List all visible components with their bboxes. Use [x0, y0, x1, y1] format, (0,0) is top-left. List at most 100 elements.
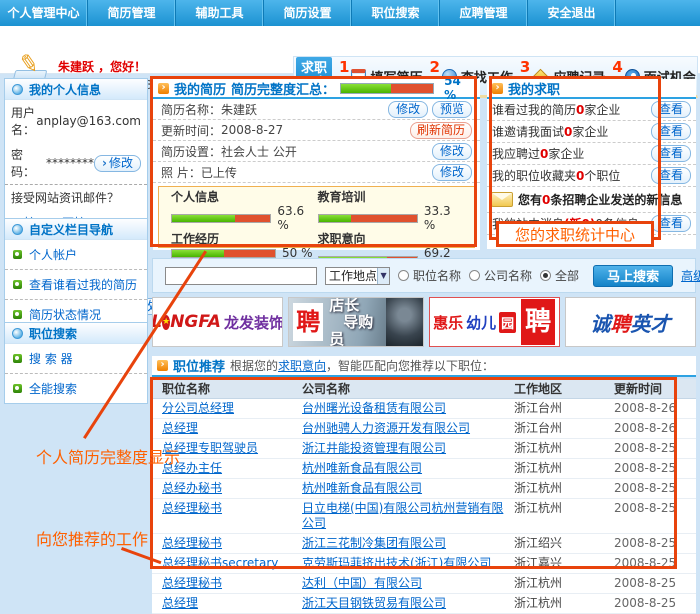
orange-arrow-icon: [492, 83, 503, 94]
job-search-box: 职位搜索 搜 索 器 全能搜索: [4, 322, 148, 404]
chevron-down-icon: ▼: [377, 268, 389, 284]
view-inbox-button[interactable]: 查看: [651, 215, 691, 232]
top-nav: 个人管理中心 简历管理 辅助工具 简历设置 职位搜索 应聘管理 安全退出: [0, 0, 700, 26]
resume-panel-title: 我的简历: [174, 79, 226, 98]
company-link[interactable]: 杭州唯新食品有限公司: [302, 461, 514, 476]
nav-tab-resume-manage[interactable]: 简历管理: [88, 0, 176, 26]
green-bullet-icon: [13, 280, 22, 289]
location-select[interactable]: 工作地点 ▼: [325, 267, 390, 285]
company-link[interactable]: 克劳斯玛菲挤出技术(浙江)有限公司: [302, 556, 514, 571]
recommend-title: 职位推荐: [173, 356, 225, 375]
new-messages-row[interactable]: 您有0条招聘企业发送的新信息: [487, 187, 696, 213]
table-row: 总经理秘书secretary 克劳斯玛菲挤出技术(浙江)有限公司 浙江嘉兴 20…: [152, 554, 696, 574]
search-now-button[interactable]: 马上搜索: [593, 265, 673, 287]
company-link[interactable]: 达利（中国）有限公司: [302, 576, 514, 591]
sidebar-item-account[interactable]: 个人帐户: [5, 240, 147, 270]
sidebar-item-omni-search[interactable]: 全能搜索: [5, 374, 147, 403]
work-experience-bar: [171, 249, 276, 258]
page: 个人管理中心 简历管理 辅助工具 简历设置 职位搜索 应聘管理 安全退出 ✎ 朱…: [0, 0, 700, 614]
education-bar: [318, 214, 418, 223]
kindergarten-ad-banner[interactable]: 惠乐幼儿园 聘: [429, 297, 560, 347]
nav-tab-personal-center[interactable]: 个人管理中心: [0, 0, 88, 26]
inbox-row: 我的站内消息(新0) 0条信息 查看: [487, 213, 696, 235]
step-2-number: 2: [429, 58, 439, 76]
nav-tab-logout[interactable]: 安全退出: [528, 0, 616, 26]
jobseek-panel-title: 我的求职: [508, 79, 560, 98]
table-row: 总经理 台州驰骋人力资源开发有限公司 浙江台州 2008-8-26: [152, 419, 696, 439]
section-personal-info: 个人信息 63.6 %: [171, 190, 318, 232]
job-link[interactable]: 总经理: [162, 421, 302, 436]
profile-box-header: 我的个人信息: [5, 79, 147, 100]
orange-arrow-icon: [157, 360, 168, 371]
talent-recruit-ad-banner[interactable]: 诚聘英才: [565, 297, 696, 347]
job-search-header: 职位搜索: [5, 323, 147, 344]
job-link[interactable]: 总经办主任: [162, 461, 302, 476]
view-invites-button[interactable]: 查看: [651, 123, 691, 140]
keyword-input[interactable]: [165, 267, 317, 285]
store-manager-ad-banner[interactable]: 聘 店长导购员: [288, 297, 423, 347]
modify-resume-name-button[interactable]: 修改: [388, 101, 428, 118]
nav-tab-resume-settings[interactable]: 简历设置: [264, 0, 352, 26]
job-name-radio-label[interactable]: 职位名称: [413, 267, 461, 284]
job-link[interactable]: 总经理秘书secretary: [162, 556, 302, 571]
section-education: 教育培训 33.3 %: [318, 190, 465, 232]
refresh-resume-button[interactable]: 刷新简历: [410, 122, 472, 139]
nav-tab-apply-manage[interactable]: 应聘管理: [440, 0, 528, 26]
company-link[interactable]: 台州驰骋人力资源开发有限公司: [302, 421, 514, 436]
step-1-number: 1: [339, 58, 349, 76]
resume-photo-row: 照 片：已上传 修改: [153, 162, 480, 183]
resume-settings-row: 简历设置：社会人士 公开 修改: [153, 141, 480, 162]
company-name-radio-label[interactable]: 公司名称: [484, 267, 532, 284]
sidebar-item-who-viewed[interactable]: 查看谁看过我的简历: [5, 270, 147, 300]
company-link[interactable]: 台州曙光设备租赁有限公司: [302, 401, 514, 416]
table-row: 总经理 浙江天目钢铁贸易有限公司 浙江杭州 2008-8-25: [152, 594, 696, 614]
recommend-header: 职位推荐 根据您的求职意向，智能匹配向您推荐以下职位：: [152, 356, 696, 377]
search-panel: 工作地点 ▼ 职位名称 公司名称 全部 马上搜索 高级搜索: [152, 258, 696, 293]
view-who-viewed-button[interactable]: 查看: [651, 101, 691, 118]
job-intention-link[interactable]: 求职意向: [278, 359, 326, 373]
job-name-radio[interactable]: [398, 270, 409, 281]
view-favorites-button[interactable]: 查看: [651, 167, 691, 184]
preview-resume-button[interactable]: 预览: [432, 101, 472, 118]
step-4-number: 4: [612, 58, 622, 76]
completeness-sections-box: 个人信息 63.6 % 教育培训 33.3 % 工作经历 50 % 求职意向: [158, 186, 475, 248]
job-link[interactable]: 总经理秘书: [162, 536, 302, 551]
recommended-jobs-table: 职位名称公司名称工作地区更新时间 分公司总经理 台州曙光设备租赁有限公司 浙江台…: [152, 379, 696, 614]
company-link[interactable]: 浙江井能投资管理有限公司: [302, 441, 514, 456]
modify-password-button[interactable]: ›修改: [94, 155, 141, 172]
jobseek-panel-header: 我的求职: [487, 79, 696, 99]
resume-panel-header: 我的简历 简历完整度汇总： 54 %: [153, 79, 480, 99]
nav-tab-tools[interactable]: 辅助工具: [176, 0, 264, 26]
all-radio[interactable]: [540, 270, 551, 281]
job-link[interactable]: 总经理秘书: [162, 501, 302, 516]
advanced-search-link[interactable]: 高级搜索: [681, 267, 700, 284]
step-3-number: 3: [520, 58, 530, 76]
jobseek-panel: 我的求职 谁看过我的简历 0 家企业 查看 谁邀请我面试 0 家企业 查看 我应…: [487, 79, 696, 249]
newsletter-question: 接受网站资讯邮件？: [5, 184, 147, 210]
company-link[interactable]: 日立电梯(中国)有限公司杭州营销有限公司: [302, 501, 514, 531]
bullet-circle-icon: [12, 328, 23, 339]
all-radio-label[interactable]: 全部: [555, 267, 579, 284]
job-link[interactable]: 总经理: [162, 596, 302, 611]
interview-invite-row: 谁邀请我面试 0 家企业 查看: [487, 121, 696, 143]
job-link[interactable]: 总经办秘书: [162, 481, 302, 496]
table-row: 总经理秘书 达利（中国）有限公司 浙江杭州 2008-8-25: [152, 574, 696, 594]
company-link[interactable]: 浙江天目钢铁贸易有限公司: [302, 596, 514, 611]
job-search-title: 职位搜索: [29, 325, 77, 342]
company-link[interactable]: 杭州唯新食品有限公司: [302, 481, 514, 496]
company-name-radio[interactable]: [469, 270, 480, 281]
job-link[interactable]: 总经理专职驾驶员: [162, 441, 302, 456]
table-row: 总经办秘书 杭州唯新食品有限公司 浙江杭州 2008-8-25: [152, 479, 696, 499]
company-link[interactable]: 浙江三花制冷集团有限公司: [302, 536, 514, 551]
view-applied-button[interactable]: 查看: [651, 145, 691, 162]
longfa-ad-banner[interactable]: L★NGFA 龙发装饰: [152, 297, 283, 347]
nav-tab-job-search[interactable]: 职位搜索: [352, 0, 440, 26]
modify-photo-button[interactable]: 修改: [432, 164, 472, 181]
modify-resume-settings-button[interactable]: 修改: [432, 143, 472, 160]
job-link[interactable]: 总经理秘书: [162, 576, 302, 591]
sidebar-item-searcher[interactable]: 搜 索 器: [5, 344, 147, 374]
who-viewed-row: 谁看过我的简历 0 家企业 查看: [487, 99, 696, 121]
custom-nav-box: 自定义栏目导航 个人帐户 查看谁看过我的简历 简历状态情况: [4, 218, 148, 330]
job-link[interactable]: 分公司总经理: [162, 401, 302, 416]
welcome-bar: ✎ 朱建跃 ，您好！ 登录记录： 2008-8-27 第4次访问 求职四步 1 …: [0, 26, 700, 74]
